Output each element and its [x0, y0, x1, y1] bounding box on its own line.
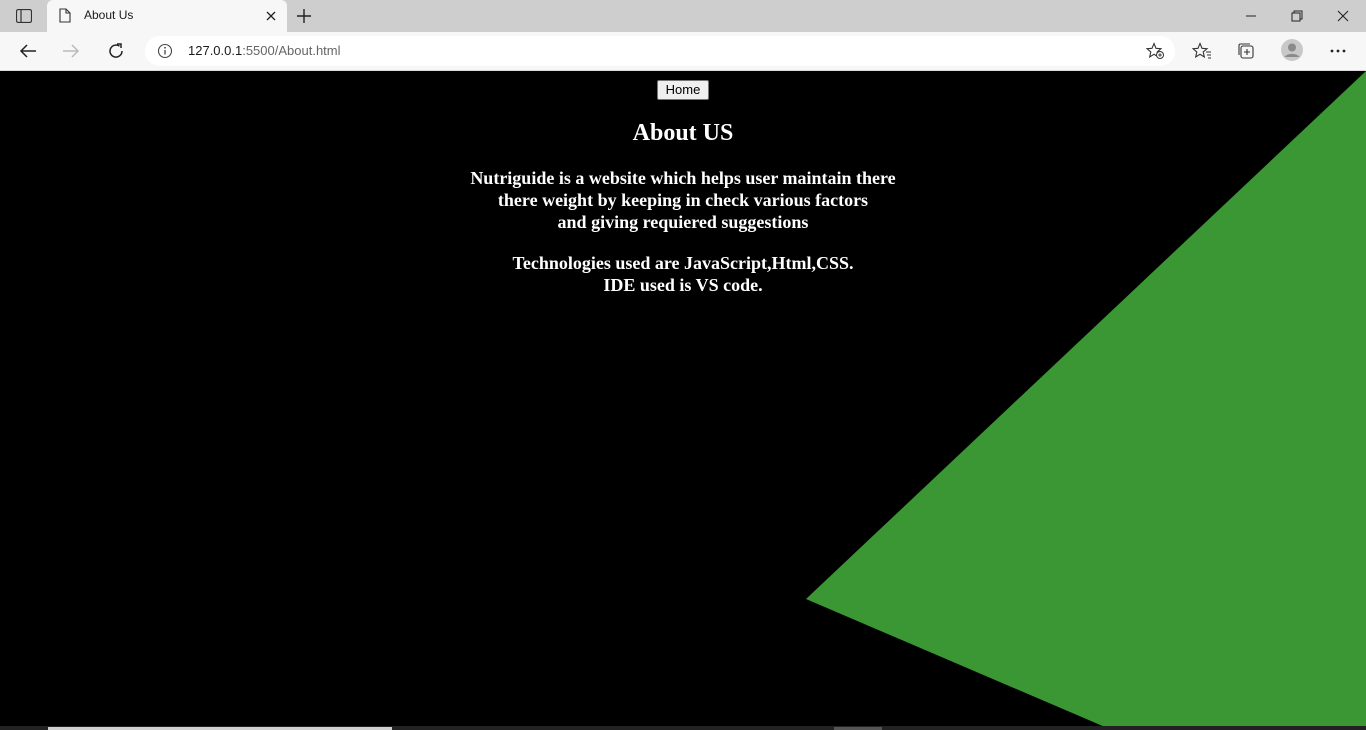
collections-icon[interactable] — [1236, 41, 1256, 61]
plus-icon — [297, 9, 311, 23]
close-icon — [1337, 10, 1349, 22]
restore-button[interactable] — [1274, 0, 1320, 32]
description-line: there weight by keeping in check various… — [497, 190, 869, 210]
back-button[interactable] — [15, 39, 41, 63]
tab-about-us[interactable]: About Us — [47, 0, 287, 32]
forward-button[interactable] — [58, 39, 84, 63]
restore-icon — [1291, 10, 1303, 22]
url-text[interactable]: 127.0.0.1:5500/About.html — [188, 43, 341, 58]
reload-icon — [109, 43, 123, 58]
technologies-paragraph: Technologies used are JavaScript,Html,CS… — [0, 252, 1366, 296]
address-bar[interactable]: 127.0.0.1:5500/About.html — [145, 36, 1175, 66]
avatar-icon[interactable] — [1281, 39, 1303, 61]
tab-title: About Us — [84, 8, 134, 22]
technologies-line: Technologies used are JavaScript,Html,CS… — [512, 253, 854, 273]
page-viewport: Home About US Nutriguide is a website wh… — [0, 71, 1366, 730]
new-tab-button[interactable] — [294, 6, 314, 26]
arrow-right-icon — [63, 44, 80, 58]
favorites-icon[interactable] — [1192, 41, 1212, 61]
more-icon[interactable] — [1328, 41, 1348, 61]
url-path: :5500/About.html — [242, 43, 341, 58]
star-plus-icon[interactable] — [1145, 42, 1165, 60]
ide-line: IDE used is VS code. — [603, 275, 763, 295]
reload-button[interactable] — [103, 39, 129, 63]
tab-strip: About Us — [0, 0, 1366, 32]
page-title: About US — [632, 120, 734, 146]
page-icon — [59, 8, 73, 24]
minimize-icon — [1246, 15, 1256, 17]
home-button[interactable]: Home — [657, 80, 709, 100]
info-icon[interactable] — [157, 43, 173, 59]
browser-toolbar: 127.0.0.1:5500/About.html — [0, 32, 1366, 71]
minimize-button[interactable] — [1228, 0, 1274, 32]
description-line: and giving requiered suggestions — [557, 212, 809, 232]
arrow-left-icon — [19, 44, 36, 58]
taskbar-edge — [0, 726, 1366, 730]
window-close-button[interactable] — [1320, 0, 1366, 32]
description-line: Nutriguide is a website which helps user… — [470, 168, 896, 188]
url-host: 127.0.0.1 — [188, 43, 243, 58]
tab-actions-icon[interactable] — [12, 7, 36, 25]
close-icon[interactable] — [263, 8, 279, 24]
description-paragraph: Nutriguide is a website which helps user… — [0, 167, 1366, 233]
